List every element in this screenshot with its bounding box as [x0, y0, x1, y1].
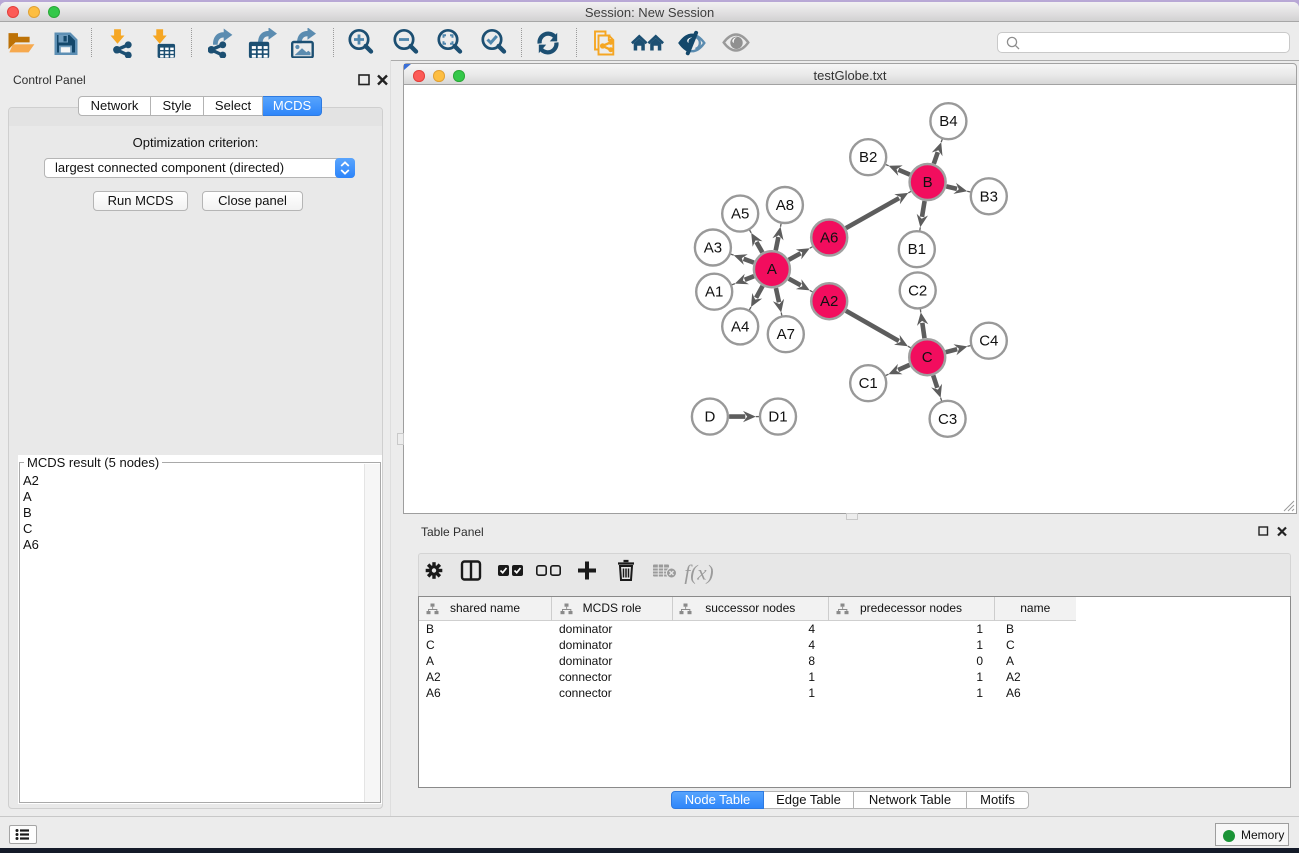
svg-text:A3: A3 [704, 240, 722, 257]
svg-text:B1: B1 [908, 241, 926, 258]
svg-text:B4: B4 [939, 113, 957, 130]
svg-text:A1: A1 [705, 284, 723, 301]
svg-text:C4: C4 [979, 333, 998, 350]
svg-text:B3: B3 [980, 188, 998, 205]
svg-text:A4: A4 [731, 318, 749, 335]
svg-text:A2: A2 [820, 293, 838, 310]
svg-text:C1: C1 [859, 375, 878, 392]
svg-text:C3: C3 [938, 411, 957, 428]
svg-text:A: A [767, 261, 777, 278]
svg-text:A7: A7 [777, 326, 795, 343]
svg-text:C2: C2 [908, 282, 927, 299]
svg-text:A5: A5 [731, 206, 749, 223]
svg-text:D1: D1 [768, 409, 787, 426]
svg-text:B2: B2 [859, 149, 877, 166]
svg-text:A8: A8 [776, 197, 794, 214]
svg-text:B: B [923, 174, 933, 191]
svg-text:D: D [704, 409, 715, 426]
svg-text:C: C [922, 349, 933, 366]
svg-text:A6: A6 [820, 230, 838, 247]
